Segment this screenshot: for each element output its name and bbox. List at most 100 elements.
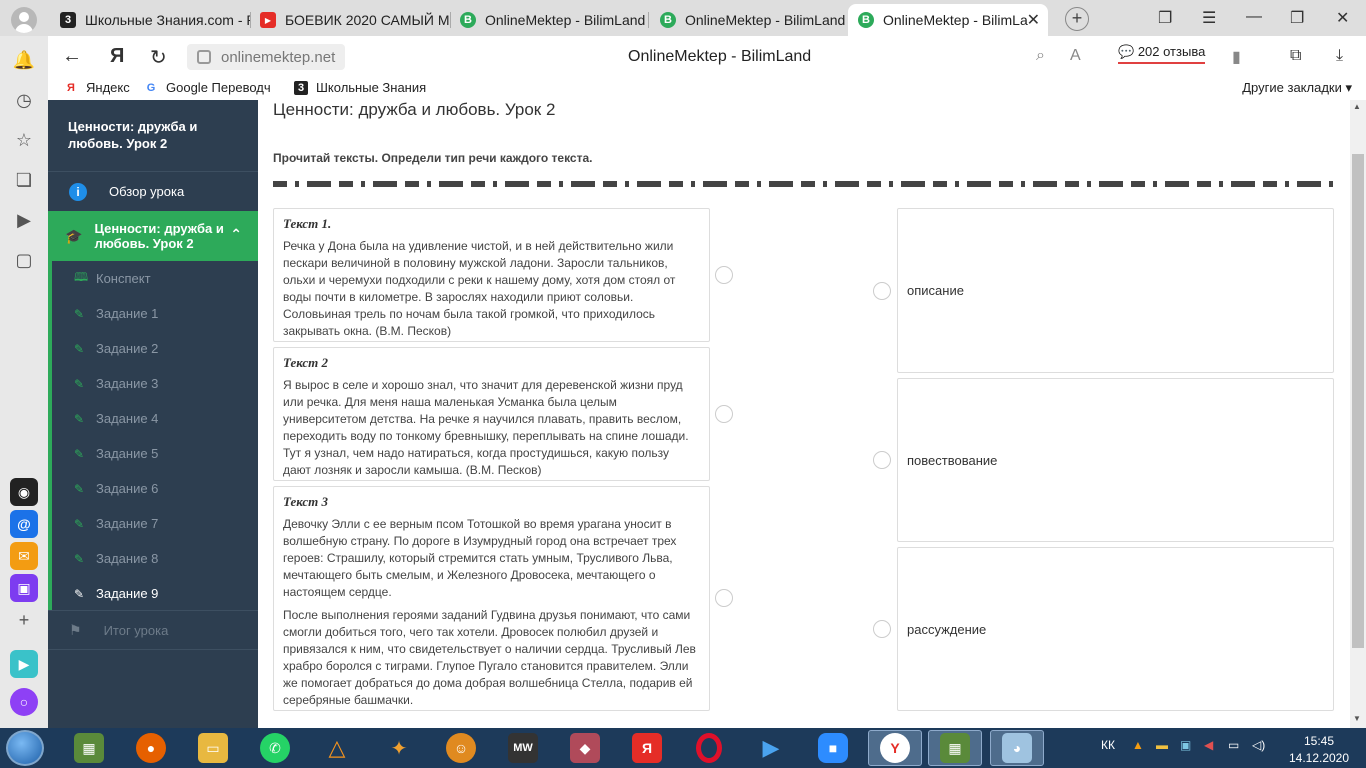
- taskbar-whatsapp[interactable]: ✆: [248, 730, 302, 766]
- option-card-1[interactable]: описание: [897, 208, 1334, 373]
- taskbar-game-cs[interactable]: ✦: [372, 730, 426, 766]
- text-card-1[interactable]: Текст 1. Речка у Дона была на удивление …: [273, 208, 710, 342]
- sidebar-section-lesson[interactable]: 🎓 Ценности: дружба и любовь. Урок 2 ⌃: [48, 211, 258, 261]
- option-3-radio[interactable]: [873, 620, 891, 638]
- option-1-radio[interactable]: [873, 282, 891, 300]
- sidebar-item-task-2[interactable]: ✎ Задание 2: [48, 331, 258, 366]
- translate-icon[interactable]: A: [1070, 47, 1081, 65]
- text-2-radio[interactable]: [715, 405, 733, 423]
- taskbar-mw[interactable]: MW: [496, 730, 550, 766]
- taskbar-paint[interactable]: ◕: [990, 730, 1044, 766]
- taskbar-media[interactable]: ▶: [744, 730, 798, 766]
- mail-envelope-icon[interactable]: ✉: [10, 542, 38, 570]
- bookmark-znanija[interactable]: 3 Школьные Знания: [294, 80, 426, 95]
- scroll-down-icon[interactable]: ▼: [1353, 714, 1361, 723]
- taskbar-firefox[interactable]: ●: [124, 730, 178, 766]
- browser-tab-2[interactable]: ▶ БОЕВИК 2020 САМЫЙ МС: [250, 4, 450, 36]
- tray-folder-icon[interactable]: ▬: [1156, 738, 1168, 752]
- sidebar-item-konspekt[interactable]: 🕮 Конспект: [48, 261, 258, 296]
- video-icon[interactable]: ▶: [12, 208, 36, 232]
- taskbar-game-dragon[interactable]: ◆: [558, 730, 612, 766]
- alice-app-icon[interactable]: ◉: [10, 478, 38, 506]
- clock-icon[interactable]: ◷: [12, 88, 36, 112]
- send-app-icon[interactable]: ▶: [10, 650, 38, 678]
- option-label: рассуждение: [907, 621, 987, 637]
- sidebar-item-task-1[interactable]: ✎ Задание 1: [48, 296, 258, 331]
- taskbar-minecraft-2[interactable]: ▦: [928, 730, 982, 766]
- messenger-icon[interactable]: ▣: [10, 574, 38, 602]
- sidebar-item-task-5[interactable]: ✎ Задание 5: [48, 436, 258, 471]
- sidebar-item-task-9[interactable]: ✎ Задание 9: [48, 576, 258, 611]
- collections-icon[interactable]: ❏: [12, 168, 36, 192]
- new-tab-plus-icon[interactable]: +: [1065, 7, 1089, 31]
- bell-icon[interactable]: 🔔: [12, 48, 36, 72]
- download-icon[interactable]: ⤓: [1336, 47, 1343, 65]
- language-indicator[interactable]: КК: [1101, 738, 1115, 752]
- reviews-badge[interactable]: 💬 202 отзыва: [1118, 44, 1206, 64]
- bilimland-favicon-icon: B: [858, 12, 874, 28]
- browser-tab-4[interactable]: B OnlineMektep - BilimLand: [650, 4, 848, 36]
- sidebar-item-overview[interactable]: i Обзор урока: [48, 171, 258, 211]
- taskbar-explorer[interactable]: ▭: [186, 730, 240, 766]
- sidebar-item-task-6[interactable]: ✎ Задание 6: [48, 471, 258, 506]
- yandex-icon: Я: [632, 733, 662, 763]
- add-panel-icon[interactable]: +: [12, 608, 36, 632]
- text-card-3[interactable]: Текст 3 Девочку Элли с ее верным псом То…: [273, 486, 710, 711]
- tray-network-icon[interactable]: ▣: [1180, 738, 1191, 752]
- taskbar-clock[interactable]: 15:45 14.12.2020: [1284, 733, 1354, 767]
- star-icon[interactable]: ☆: [12, 128, 36, 152]
- scroll-up-icon[interactable]: ▲: [1353, 102, 1361, 111]
- yandex-icon: Я: [67, 81, 75, 94]
- option-card-3[interactable]: рассуждение: [897, 547, 1334, 711]
- assistant-icon[interactable]: ○: [10, 688, 38, 716]
- option-card-2[interactable]: повествование: [897, 378, 1334, 542]
- close-tab-icon[interactable]: ✕: [1027, 10, 1040, 30]
- start-button-icon[interactable]: [6, 730, 44, 766]
- bookmark-yandex[interactable]: Я Яндекс: [64, 80, 130, 95]
- clock-date: 14.12.2020: [1288, 751, 1350, 765]
- text-3-radio[interactable]: [715, 589, 733, 607]
- search-icon[interactable]: ⌕: [1036, 47, 1045, 65]
- browser-tab-5-active[interactable]: B OnlineMektep - BilimLa ✕: [848, 4, 1048, 36]
- taskbar-minecraft[interactable]: ▦: [62, 730, 116, 766]
- sidebar-item-task-7[interactable]: ✎ Задание 7: [48, 506, 258, 541]
- reload-icon[interactable]: ↻: [150, 45, 167, 70]
- taskbar-opera[interactable]: [682, 730, 736, 766]
- profile-avatar-icon[interactable]: [11, 7, 37, 33]
- url-field[interactable]: onlinemektep.net: [187, 44, 345, 70]
- text-card-2[interactable]: Текст 2 Я вырос в селе и хорошо знал, чт…: [273, 347, 710, 481]
- bookmark-google-translate[interactable]: G Google Переводч: [144, 80, 279, 95]
- tray-app-icon[interactable]: ▲: [1132, 738, 1144, 752]
- taskbar-game-troll[interactable]: ☺: [434, 730, 488, 766]
- taskbar-yandex[interactable]: Я: [620, 730, 674, 766]
- close-window-icon[interactable]: ✕: [1336, 8, 1349, 28]
- bookmark-icon[interactable]: ▮: [1232, 47, 1241, 67]
- text-1-radio[interactable]: [715, 266, 733, 284]
- other-bookmarks[interactable]: Другие закладки ▾: [1242, 80, 1352, 96]
- tray-speaker-mute-icon[interactable]: ◀: [1204, 738, 1213, 752]
- menu-icon[interactable]: ☰: [1202, 8, 1216, 28]
- sidebar-item-summary[interactable]: ⚑ Итог урока: [48, 610, 258, 650]
- minimize-icon[interactable]: —: [1246, 8, 1262, 26]
- extensions-icon[interactable]: ⧉: [1290, 47, 1301, 65]
- taskbar-yandex-browser[interactable]: Y: [868, 730, 922, 766]
- graduation-cap-icon: 🎓: [65, 227, 83, 244]
- taskbar-zoom[interactable]: ■: [806, 730, 860, 766]
- tray-monitor-icon[interactable]: ▭: [1228, 738, 1239, 752]
- tabs-icon[interactable]: ❐: [1158, 8, 1172, 28]
- yandex-logo-icon[interactable]: Я: [110, 45, 124, 68]
- sidebar-item-task-3[interactable]: ✎ Задание 3: [48, 366, 258, 401]
- tray-volume-icon[interactable]: ◁): [1252, 738, 1265, 752]
- browser-tab-1[interactable]: 3 Школьные Знания.com - Р: [50, 4, 250, 36]
- sidebar-item-task-8[interactable]: ✎ Задание 8: [48, 541, 258, 576]
- restore-icon[interactable]: ❐: [1290, 8, 1304, 28]
- sidebar-item-task-4[interactable]: ✎ Задание 4: [48, 401, 258, 436]
- taskbar-avast[interactable]: △: [310, 730, 364, 766]
- chevron-up-icon[interactable]: ⌃: [230, 227, 242, 242]
- back-arrow-icon[interactable]: ←: [62, 45, 82, 68]
- zen-icon[interactable]: ▢: [12, 248, 36, 272]
- browser-tab-3[interactable]: B OnlineMektep - BilimLand: [450, 4, 648, 36]
- scrollbar-thumb[interactable]: [1352, 154, 1364, 648]
- mail-at-icon[interactable]: @: [10, 510, 38, 538]
- option-2-radio[interactable]: [873, 451, 891, 469]
